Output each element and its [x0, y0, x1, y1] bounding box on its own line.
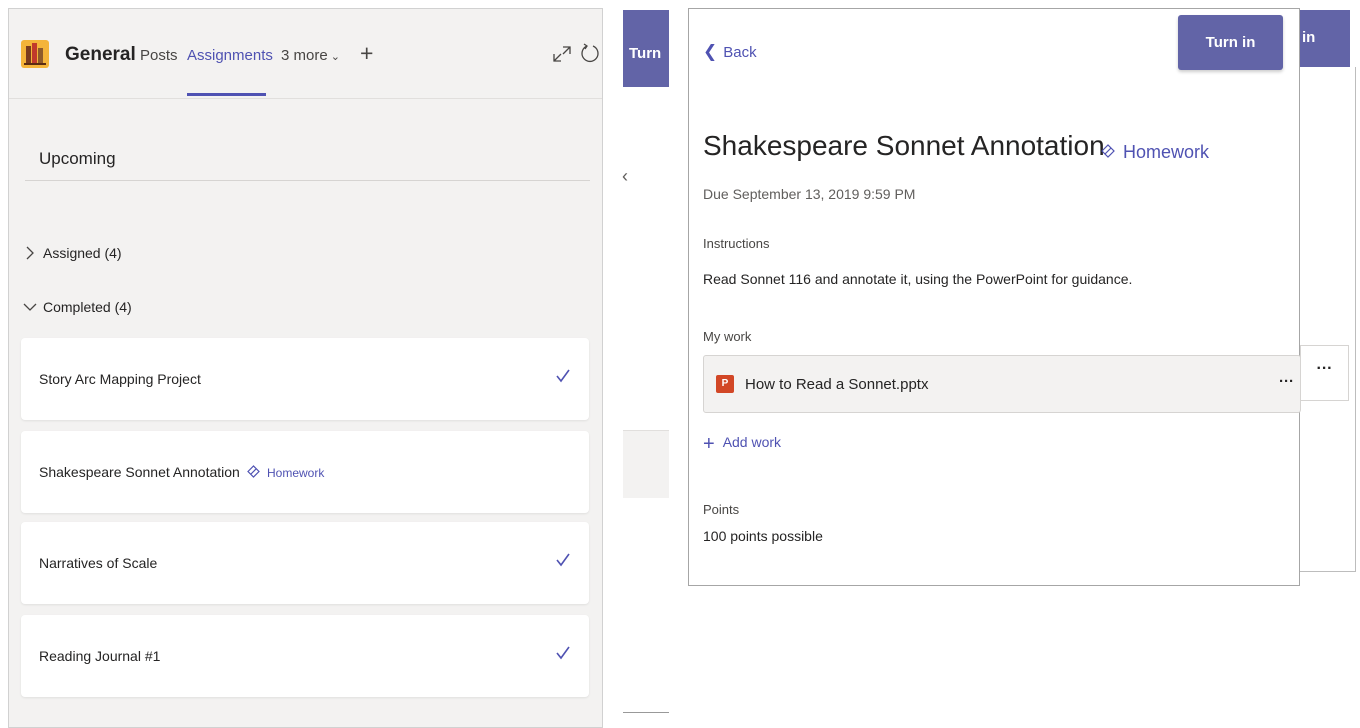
tab-more-dropdown[interactable]: 3 more ⌄: [281, 47, 340, 64]
assignments-list-panel: General Posts Assignments 3 more ⌄ + Upco…: [8, 8, 603, 728]
assignment-card[interactable]: Narratives of Scale: [21, 522, 589, 604]
plus-icon[interactable]: +: [360, 40, 373, 67]
divider: [623, 712, 669, 713]
file-name: How to Read a Sonnet.pptx: [745, 376, 929, 393]
powerpoint-icon: P: [716, 375, 734, 393]
expand-icon[interactable]: [551, 44, 573, 64]
checkmark-icon: [556, 646, 570, 660]
group-completed-label: Completed (4): [43, 299, 132, 315]
homework-tag: Homework: [1100, 142, 1209, 163]
group-assigned-label: Assigned (4): [43, 245, 122, 261]
chevron-left-icon: ❮: [703, 42, 718, 61]
assignment-card[interactable]: Story Arc Mapping Project: [21, 338, 589, 420]
more-options-icon[interactable]: ···: [1279, 373, 1294, 390]
assignment-card[interactable]: Shakespeare Sonnet Annotation Homework: [21, 431, 589, 513]
refresh-icon[interactable]: [580, 42, 600, 64]
assignment-title: Narratives of Scale: [39, 555, 158, 571]
points-value: 100 points possible: [703, 528, 823, 544]
points-label: Points: [703, 502, 740, 517]
attached-file[interactable]: P How to Read a Sonnet.pptx ···: [703, 355, 1301, 413]
tab-assignments[interactable]: Assignments: [187, 47, 273, 64]
more-options-icon[interactable]: ···: [1300, 345, 1349, 401]
homework-tag: Homework: [246, 464, 324, 480]
homework-tag-label: Homework: [267, 466, 325, 480]
group-assigned[interactable]: Assigned (4): [23, 245, 122, 261]
due-date: Due September 13, 2019 9:59 PM: [703, 186, 916, 202]
instructions-label: Instructions: [703, 236, 770, 251]
group-completed[interactable]: Completed (4): [23, 299, 132, 315]
assignment-title: Shakespeare Sonnet Annotation: [703, 130, 1105, 161]
back-button[interactable]: ❮ Back: [703, 42, 757, 62]
add-work-button[interactable]: + Add work: [703, 433, 781, 456]
assignment-card[interactable]: Reading Journal #1: [21, 615, 589, 697]
tag-icon: [247, 465, 260, 478]
checkmark-icon: [556, 369, 570, 383]
tab-more-label: 3 more: [281, 47, 328, 64]
divider: [25, 180, 590, 181]
chevron-down-icon: [23, 303, 37, 311]
turn-in-button[interactable]: Turn in: [1178, 15, 1283, 70]
channel-header: General Posts Assignments 3 more ⌄ +: [9, 9, 602, 99]
checkmark-icon: [556, 553, 570, 567]
chevron-left-icon: ‹: [622, 166, 628, 186]
my-work-label: My work: [703, 329, 752, 344]
tab-posts[interactable]: Posts: [140, 47, 178, 64]
active-tab-indicator: [187, 93, 266, 96]
assignment-title: Story Arc Mapping Project: [39, 371, 201, 387]
assignment-detail-panel: ❮ Back Turn in Shakespeare Sonnet Annotat…: [688, 8, 1301, 586]
turn-in-button-partial[interactable]: Turn: [623, 10, 669, 87]
tag-icon: [1101, 144, 1115, 158]
assignment-title: Reading Journal #1: [39, 648, 161, 664]
homework-tag-label: Homework: [1123, 142, 1210, 162]
instructions-text: Read Sonnet 116 and annotate it, using t…: [703, 271, 1133, 287]
assignment-title: Shakespeare Sonnet Annotation: [39, 464, 240, 480]
plus-icon: +: [703, 433, 715, 455]
background-panel-edge: [1300, 67, 1356, 572]
section-title: Upcoming: [39, 149, 116, 168]
add-work-label: Add work: [722, 434, 782, 450]
channel-title: General: [65, 44, 136, 65]
chevron-right-icon: [26, 246, 34, 260]
turn-in-button-partial[interactable]: in: [1300, 10, 1350, 67]
books-icon: [21, 40, 49, 68]
back-label: Back: [723, 44, 757, 61]
chevron-down-icon: ⌄: [330, 51, 340, 63]
partial-card: [623, 430, 669, 498]
